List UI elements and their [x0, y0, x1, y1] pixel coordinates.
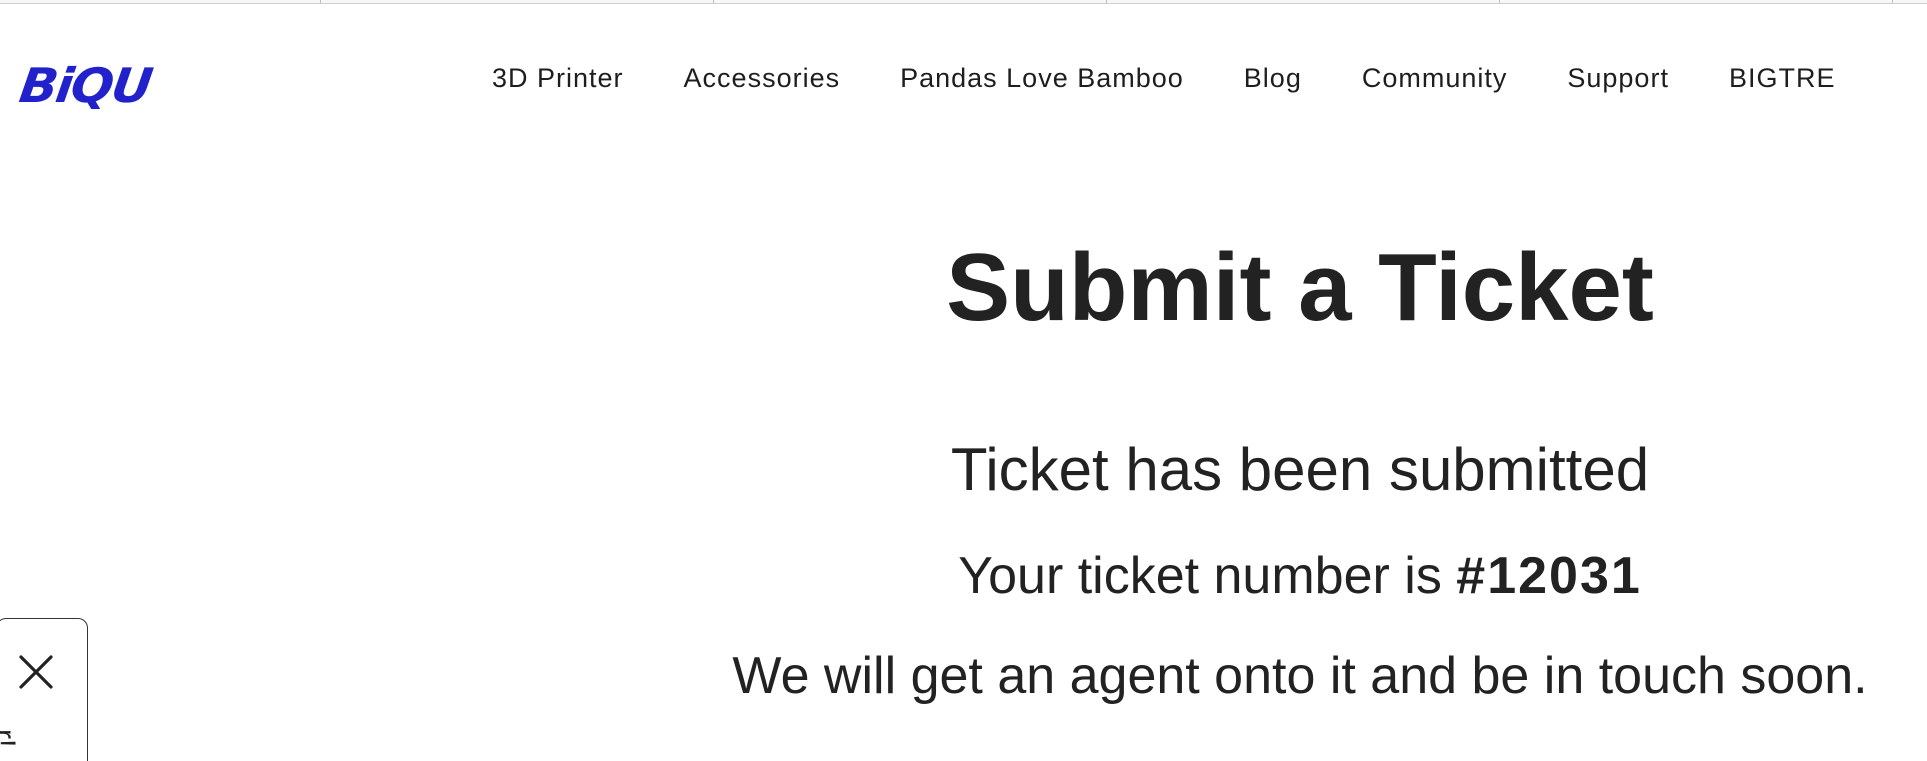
nav-item-blog[interactable]: Blog: [1244, 63, 1302, 94]
ticket-number-label: Your ticket number is: [958, 547, 1457, 605]
followup-message: We will get an agent onto it and be in t…: [732, 647, 1868, 705]
submitted-message: Ticket has been submitted: [950, 436, 1650, 503]
main-nav: 3D Printer Accessories Pandas Love Bambo…: [492, 60, 1895, 96]
nav-item-pandas-love-bamboo[interactable]: Pandas Love Bamboo: [900, 63, 1184, 94]
nav-item-community[interactable]: Community: [1362, 63, 1508, 94]
ticket-number-line: Your ticket number is #12031: [690, 550, 1910, 602]
strip-divider: [1499, 0, 1500, 3]
side-widget-text: r!: [0, 729, 21, 748]
page: BiQU 3D Printer Accessories Pandas Love …: [0, 0, 1927, 761]
strip-divider: [713, 0, 714, 3]
nav-item-3d-printer[interactable]: 3D Printer: [492, 63, 624, 94]
strip-divider: [320, 0, 321, 3]
strip-divider: [1892, 0, 1893, 3]
nav-item-bigtree[interactable]: BIGTRE: [1729, 63, 1836, 94]
page-title: Submit a Ticket: [946, 234, 1654, 341]
strip-divider: [1106, 0, 1107, 3]
ticket-number: #12031: [1456, 547, 1642, 605]
nav-item-accessories[interactable]: Accessories: [684, 63, 841, 94]
logo-text: BiQU: [16, 58, 155, 114]
side-popup-widget: r!: [0, 618, 88, 761]
browser-top-strip: [0, 0, 1927, 4]
close-icon[interactable]: [17, 653, 55, 691]
nav-item-support[interactable]: Support: [1567, 63, 1669, 94]
site-logo[interactable]: BiQU: [16, 58, 170, 114]
